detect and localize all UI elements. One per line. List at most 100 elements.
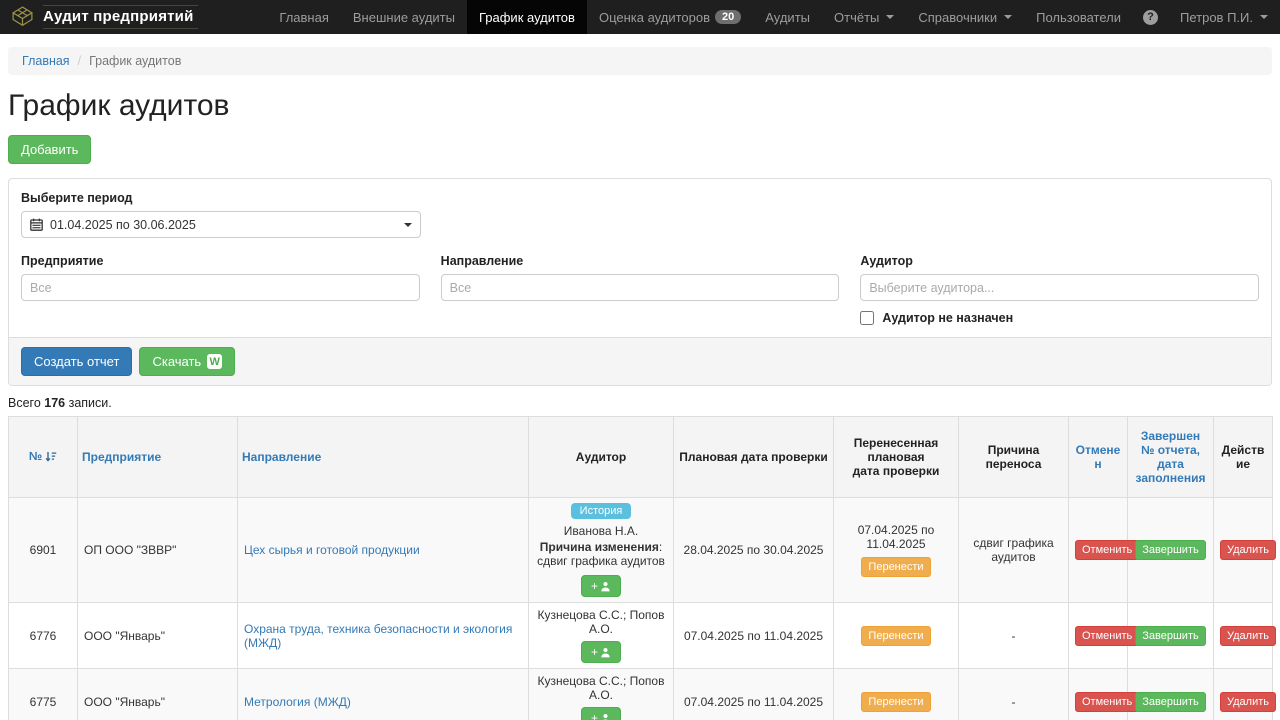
finish-button[interactable]: Завершить [1135,540,1205,560]
add-button[interactable]: Добавить [8,135,91,164]
column-header-auditor: Аудитор [529,417,674,498]
finish-button[interactable]: Завершить [1135,626,1205,646]
total-records: Всего 176 записи. [8,396,1272,410]
nav-item-users[interactable]: Пользователи [1024,0,1133,34]
help-icon[interactable]: ? [1143,10,1158,25]
table-row: 6901ОП ООО "ЗВВР"Цех сырья и готовой про… [9,498,1273,603]
cell-planned-date: 07.04.2025 по 11.04.2025 [674,669,834,720]
nav-item-directories[interactable]: Справочники [906,0,1024,34]
column-header-direction[interactable]: Направление [238,417,529,498]
nav-item-label: Пользователи [1036,10,1121,25]
nav-item-reports[interactable]: Отчёты [822,0,906,34]
download-button[interactable]: Скачать W [139,347,235,376]
cancel-button[interactable]: Отменить [1075,626,1139,646]
nav-item-label: График аудитов [479,10,575,25]
cell-transferred-date: Перенести [834,603,959,669]
cell-transferred-date: Перенести [834,669,959,720]
cell-number: 6775 [9,669,78,720]
no-auditor-checkbox[interactable] [860,311,874,325]
transfer-button[interactable]: Перенести [861,692,930,712]
chevron-down-icon [1004,15,1012,19]
delete-button[interactable]: Удалить [1220,692,1276,712]
word-file-icon: W [207,354,222,369]
chevron-down-icon [886,15,894,19]
create-report-button[interactable]: Создать отчет [21,347,132,376]
no-auditor-label: Аудитор не назначен [882,311,1013,325]
column-header-completed[interactable]: Завершен№ отчета,дата заполнения [1128,417,1214,498]
transfer-button[interactable]: Перенести [861,626,930,646]
add-auditor-button[interactable]: + [581,707,621,720]
table-head: №ПредприятиеНаправлениеАудиторПлановая д… [9,417,1273,498]
nav-item-main[interactable]: Главная [267,0,340,34]
cell-finish: Завершить [1128,603,1214,669]
breadcrumb-separator: / [78,54,81,68]
column-header-cancelled[interactable]: Отменен [1069,417,1128,498]
period-select[interactable]: 01.04.2025 по 30.06.2025 [21,211,421,238]
change-reason-label: Причина изменения [540,540,659,554]
direction-input[interactable] [441,274,840,301]
cell-planned-date: 28.04.2025 по 30.04.2025 [674,498,834,603]
user-menu[interactable]: Петров П.И. [1168,0,1280,34]
audits-table: №ПредприятиеНаправлениеАудиторПлановая д… [8,416,1273,720]
cell-auditor: ИсторияИванова Н.А.Причина изменения: сд… [529,498,674,603]
chevron-down-icon [404,223,412,227]
nav-item-audit-schedule[interactable]: График аудитов [467,0,587,34]
column-header-transferred-date: Перенесеннаяплановаядата проверки [834,417,959,498]
brand-title: Аудит предприятий [43,5,198,29]
cell-cancel: Отменить [1069,498,1128,603]
cell-direction: Охрана труда, техника безопасности и эко… [238,603,529,669]
sort-icon[interactable] [45,451,57,465]
breadcrumb-home[interactable]: Главная [22,54,70,68]
cell-finish: Завершить [1128,498,1214,603]
cell-delete: Удалить [1214,603,1273,669]
cell-finish: Завершить [1128,669,1214,720]
brand[interactable]: Аудит предприятий [0,0,198,34]
direction-link[interactable]: Метрология (МЖД) [244,695,351,709]
nav-item-auditor-rating[interactable]: Оценка аудиторов20 [587,0,753,34]
add-auditor-button[interactable]: + [581,575,621,597]
page-title: График аудитов [8,89,1272,123]
column-header-enterprise[interactable]: Предприятие [78,417,238,498]
delete-button[interactable]: Удалить [1220,626,1276,646]
cell-delete: Удалить [1214,498,1273,603]
cancel-button[interactable]: Отменить [1075,540,1139,560]
user-name: Петров П.И. [1180,10,1253,25]
column-header-transfer-reason: Причинапереноса [959,417,1069,498]
cell-transfer-reason: - [959,669,1069,720]
finish-button[interactable]: Завершить [1135,692,1205,712]
enterprise-label: Предприятие [21,254,420,268]
cell-direction: Метрология (МЖД) [238,669,529,720]
chevron-down-icon [1260,15,1268,19]
cell-transfer-reason: - [959,603,1069,669]
column-header-planned-date: Плановая дата проверки [674,417,834,498]
column-header-num[interactable]: № [9,417,78,498]
cell-cancel: Отменить [1069,669,1128,720]
auditor-label: Аудитор [860,254,1259,268]
table-header-row: №ПредприятиеНаправлениеАудиторПлановая д… [9,417,1273,498]
calendar-icon [30,218,43,231]
enterprise-input[interactable] [21,274,420,301]
nav-item-external-audits[interactable]: Внешние аудиты [341,0,467,34]
delete-button[interactable]: Удалить [1220,540,1276,560]
table-row: 6776ООО "Январь"Охрана труда, техника бе… [9,603,1273,669]
nav-item-label: Справочники [918,10,997,25]
cell-transferred-date: 07.04.2025 по 11.04.2025Перенести [834,498,959,603]
filter-panel-footer: Создать отчет Скачать W [9,337,1271,385]
direction-link[interactable]: Охрана труда, техника безопасности и эко… [244,622,512,650]
nav-item-label: Внешние аудиты [353,10,455,25]
history-badge[interactable]: История [571,503,632,519]
auditor-input[interactable] [860,274,1259,301]
add-auditor-button[interactable]: + [581,641,621,663]
cancel-button[interactable]: Отменить [1075,692,1139,712]
download-label: Скачать [152,354,201,369]
brand-logo-cube-icon [10,5,35,30]
breadcrumb-current: График аудитов [89,54,181,68]
nav-item-audits[interactable]: Аудиты [753,0,822,34]
nav-item-label: Главная [279,10,328,25]
auditor-names: Иванова Н.А. [535,524,667,538]
transfer-button[interactable]: Перенести [861,557,930,577]
cell-delete: Удалить [1214,669,1273,720]
direction-link[interactable]: Цех сырья и готовой продукции [244,543,420,557]
cell-planned-date: 07.04.2025 по 11.04.2025 [674,603,834,669]
cell-auditor: Кузнецова С.С.; Попов А.О.+ [529,669,674,720]
